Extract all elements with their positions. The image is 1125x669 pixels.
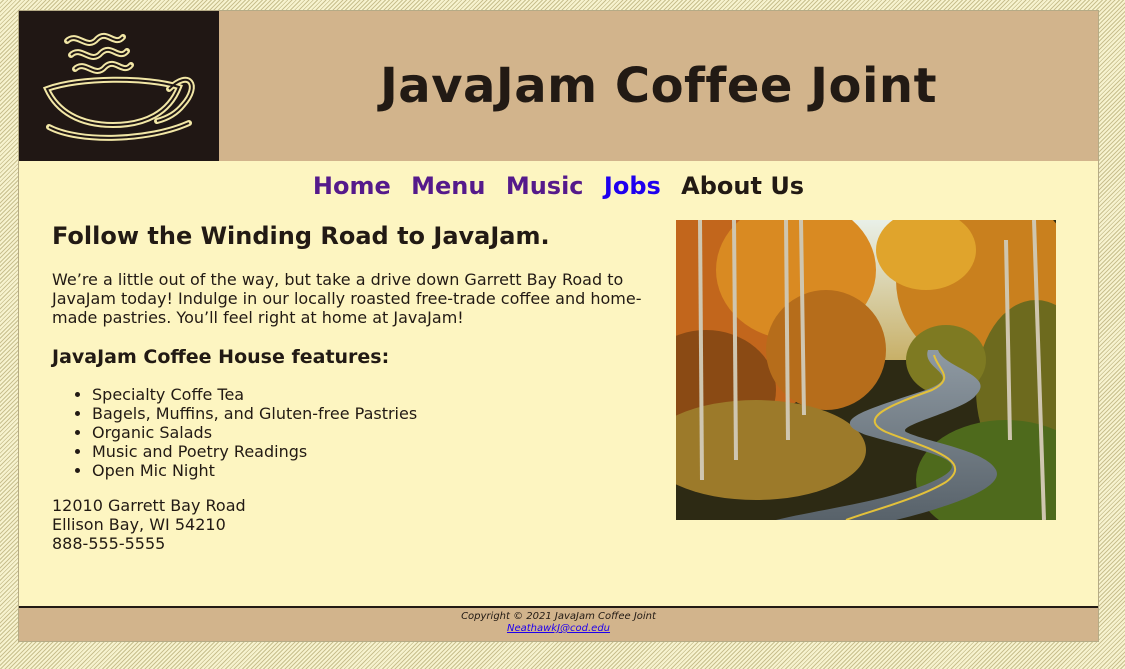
copyright-text: Copyright © 2021 JavaJam Coffee Joint xyxy=(461,611,656,622)
list-item: Open Mic Night xyxy=(92,461,657,480)
main-nav: Home Menu Music Jobs About Us xyxy=(19,161,1098,211)
content-column: Follow the Winding Road to JavaJam. We’r… xyxy=(52,211,657,553)
nav-jobs-link[interactable]: Jobs xyxy=(604,172,661,200)
coffee-cup-icon xyxy=(19,11,219,161)
nav-about-link[interactable]: About Us xyxy=(681,172,804,200)
intro-paragraph: We’re a little out of the way, but take … xyxy=(52,270,642,327)
site-header: JavaJam Coffee Joint xyxy=(19,11,1098,161)
site-footer: Copyright © 2021 JavaJam Coffee Joint Ne… xyxy=(19,606,1098,641)
street-address: 12010 Garrett Bay Road xyxy=(52,496,246,515)
phone-number: 888-555-5555 xyxy=(52,534,166,553)
page-heading: Follow the Winding Road to JavaJam. xyxy=(52,222,550,250)
features-heading: JavaJam Coffee House features: xyxy=(52,346,390,368)
site-title: JavaJam Coffee Joint xyxy=(379,58,938,114)
features-list: Specialty Coffe Tea Bagels, Muffins, and… xyxy=(52,385,657,480)
list-item: Bagels, Muffins, and Gluten-free Pastrie… xyxy=(92,404,657,423)
page-wrapper: JavaJam Coffee Joint Home Menu Music Job… xyxy=(19,11,1098,641)
nav-menu-link[interactable]: Menu xyxy=(411,172,485,200)
email-link[interactable]: NeathawkJ@cod.edu xyxy=(507,623,610,634)
main-content: Follow the Winding Road to JavaJam. We’r… xyxy=(19,211,1098,604)
winding-road-image xyxy=(676,220,1056,520)
city-state-zip: Ellison Bay, WI 54210 xyxy=(52,515,226,534)
address: 12010 Garrett Bay Road Ellison Bay, WI 5… xyxy=(52,496,657,553)
nav-music-link[interactable]: Music xyxy=(506,172,584,200)
nav-home-link[interactable]: Home xyxy=(313,172,391,200)
list-item: Specialty Coffe Tea xyxy=(92,385,657,404)
list-item: Organic Salads xyxy=(92,423,657,442)
list-item: Music and Poetry Readings xyxy=(92,442,657,461)
